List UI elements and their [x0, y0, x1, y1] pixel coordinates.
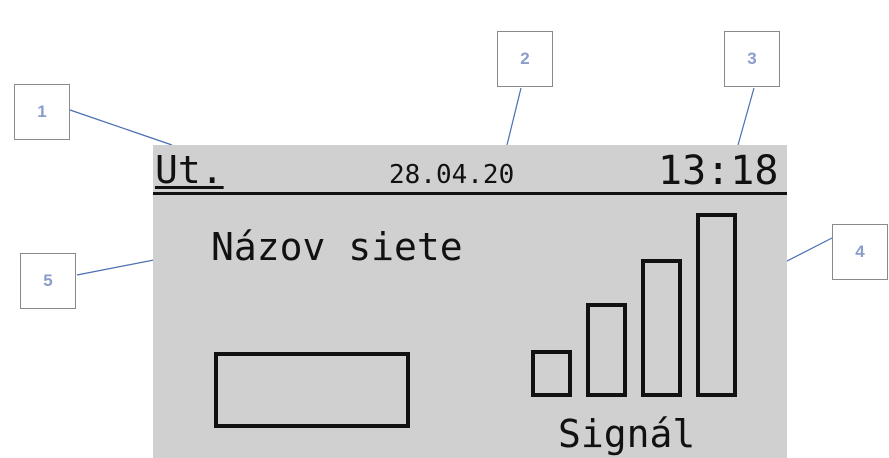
leader-line-2 — [506, 87, 522, 146]
signal-bar-1 — [531, 350, 572, 397]
callout-3: 3 — [724, 31, 780, 87]
time-label: 13:18 — [658, 148, 779, 194]
callout-4: 4 — [832, 224, 888, 280]
signal-bar-3 — [641, 259, 682, 397]
signal-label: Signál — [558, 412, 696, 456]
signal-bar-4 — [696, 213, 737, 397]
day-label: Ut. — [155, 148, 224, 192]
leader-line-1 — [69, 109, 173, 146]
leader-line-3 — [737, 87, 755, 146]
callout-1: 1 — [14, 84, 70, 140]
network-name-label: Názov siete — [211, 225, 463, 269]
callout-2: 2 — [497, 31, 553, 87]
signal-bar-2 — [586, 303, 627, 397]
header-divider — [153, 192, 787, 195]
network-name-field — [214, 352, 410, 428]
date-label: 28.04.20 — [389, 160, 515, 190]
lcd-screen: Ut. 28.04.20 13:18 Názov siete Signál — [153, 145, 787, 458]
callout-5: 5 — [20, 253, 76, 309]
